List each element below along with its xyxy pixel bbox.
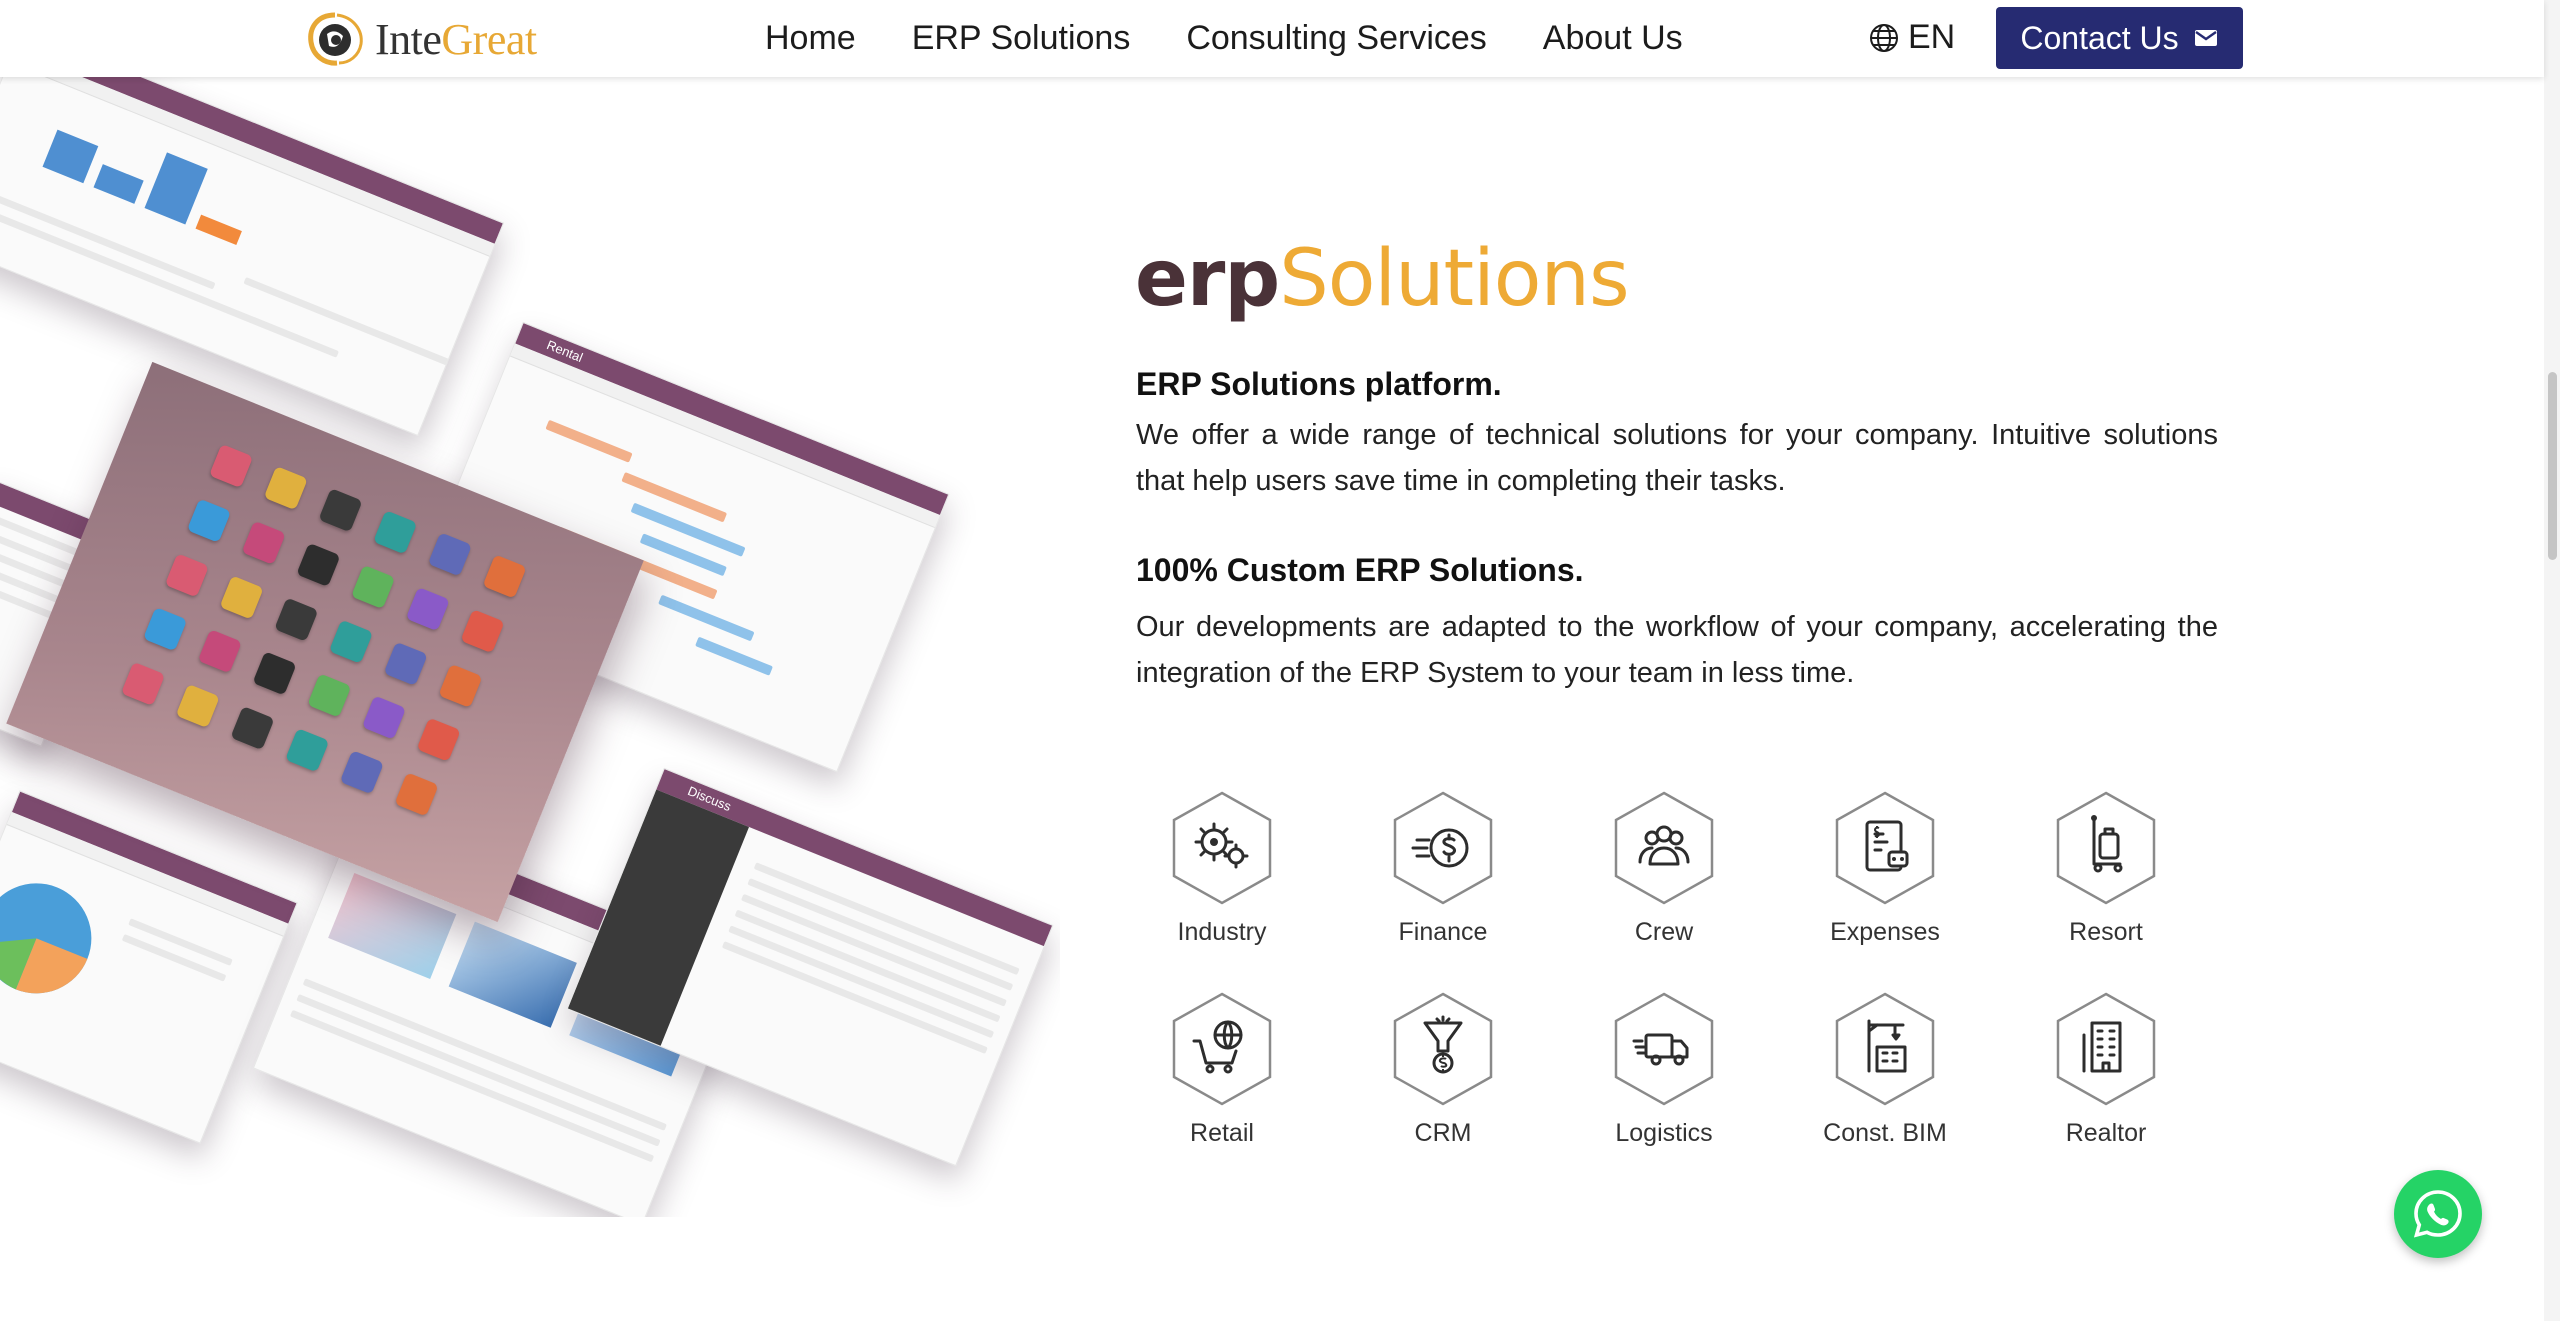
app-tile-icon (208, 443, 254, 489)
solution-label: CRM (1414, 1119, 1472, 1147)
odoo-screenshots-collage: Rental Discuss (0, 77, 1060, 1217)
solution-label: Industry (1177, 918, 1267, 946)
app-tile-icon (120, 661, 166, 707)
erp-solutions-logo: erpSolutions (1135, 234, 1630, 324)
solution-tile-industry[interactable]: Industry (1132, 790, 1312, 947)
truck-icon (1614, 992, 1714, 1106)
solution-label: Retail (1190, 1119, 1254, 1147)
solution-label: Crew (1634, 918, 1694, 946)
app-tile-icon (427, 532, 473, 577)
app-tile-icon (186, 498, 232, 543)
app-tile-icon (284, 728, 330, 773)
solution-tile-crew[interactable]: Crew (1574, 790, 1754, 947)
solution-label: Resort (2069, 918, 2143, 946)
app-tile-icon (197, 629, 242, 674)
app-tile-icon (318, 488, 363, 533)
app-tile-icon (296, 542, 341, 587)
logo-erp: erp (1135, 234, 1280, 324)
team-icon (1614, 791, 1714, 905)
app-tile-icon (394, 772, 439, 817)
app-tile-icon (142, 607, 188, 652)
funnel-dollar-icon (1393, 992, 1493, 1106)
logo-solutions: Solutions (1279, 234, 1629, 324)
solution-label: Realtor (2065, 1119, 2147, 1147)
app-tile-icon (175, 684, 220, 729)
solution-tile-const-bim[interactable]: Const. BIM (1795, 991, 1975, 1148)
app-tile-icon (405, 586, 451, 632)
app-tile-icon (416, 717, 461, 763)
section-heading-platform: ERP Solutions platform. (1136, 366, 1502, 402)
solution-label: Expenses (1830, 918, 1940, 946)
nav-erp-solutions[interactable]: ERP Solutions (912, 14, 1131, 62)
contact-us-button[interactable]: Contact Us (1996, 7, 2243, 69)
solution-label: Finance (1398, 918, 1488, 946)
brand-name-part2: Great (441, 14, 537, 64)
solution-tile-retail[interactable]: Retail (1132, 991, 1312, 1148)
app-tile-icon (351, 564, 396, 609)
app-tile-icon (164, 552, 210, 598)
solution-tile-logistics[interactable]: Logistics (1574, 991, 1754, 1148)
dollar-coin-icon (1393, 791, 1493, 905)
building-icon (2056, 992, 2156, 1106)
solution-tile-expenses[interactable]: Expenses (1795, 790, 1975, 947)
app-tile-icon (373, 510, 418, 555)
app-tile-icon (306, 673, 352, 718)
brand-name-part1: Inte (375, 14, 442, 64)
app-tile-icon (263, 465, 308, 511)
brand-logo[interactable]: InteGreat (305, 10, 537, 68)
solution-tile-finance[interactable]: Finance (1353, 790, 1533, 947)
screenshot-sales-dashboard (0, 77, 505, 437)
nav-about-us[interactable]: About Us (1543, 14, 1683, 62)
expense-report-icon (1835, 791, 1935, 905)
nav-home[interactable]: Home (765, 14, 856, 62)
app-tile-icon (339, 750, 384, 795)
globe-icon (1870, 23, 1898, 52)
app-tile-icon (274, 597, 319, 642)
section-text-platform: We offer a wide range of technical solut… (1136, 419, 2218, 497)
screenshot-pie-report (0, 790, 298, 1144)
integreat-logo-icon (308, 12, 363, 66)
nav-consulting-services[interactable]: Consulting Services (1186, 14, 1486, 62)
app-tile-icon (241, 520, 286, 565)
app-tile-icon (219, 575, 264, 620)
app-tile-icon (482, 554, 527, 599)
section-text-custom: Our developments are adapted to the work… (1136, 611, 2218, 689)
app-tile-icon (361, 695, 406, 741)
scrollbar-thumb[interactable] (2548, 372, 2557, 560)
contact-us-label: Contact Us (2020, 19, 2179, 56)
section-heading-custom: 100% Custom ERP Solutions. (1136, 552, 1584, 588)
main-nav: Home ERP Solutions Consulting Services A… (765, 14, 1739, 62)
app-tile-icon (230, 706, 275, 751)
luggage-cart-icon (2056, 791, 2156, 905)
rental-label: Rental (515, 323, 949, 516)
crane-building-icon (1835, 992, 1935, 1106)
whatsapp-icon (2413, 1190, 2462, 1238)
top-navbar: InteGreat Home ERP Solutions Consulting … (0, 0, 2544, 77)
gears-icon (1172, 791, 1272, 905)
app-tile-icon (252, 651, 297, 696)
page-scrollbar[interactable] (2544, 0, 2560, 1321)
whatsapp-chat-button[interactable] (2394, 1170, 2482, 1258)
app-tile-icon (383, 641, 428, 686)
envelope-icon (2194, 30, 2217, 46)
solution-tile-crm[interactable]: CRM (1353, 991, 1533, 1148)
app-tile-icon (438, 663, 483, 708)
language-code: EN (1908, 18, 1956, 56)
language-selector[interactable]: EN (1868, 18, 1955, 57)
solution-label: Logistics (1615, 1119, 1713, 1147)
app-tile-icon (460, 608, 505, 654)
solution-label: Const. BIM (1823, 1119, 1947, 1147)
shopping-cart-globe-icon (1172, 992, 1272, 1106)
brand-name: InteGreat (375, 14, 537, 65)
solution-tile-realtor[interactable]: Realtor (2016, 991, 2196, 1148)
solution-tile-resort[interactable]: Resort (2016, 790, 2196, 947)
app-tile-icon (329, 619, 374, 664)
